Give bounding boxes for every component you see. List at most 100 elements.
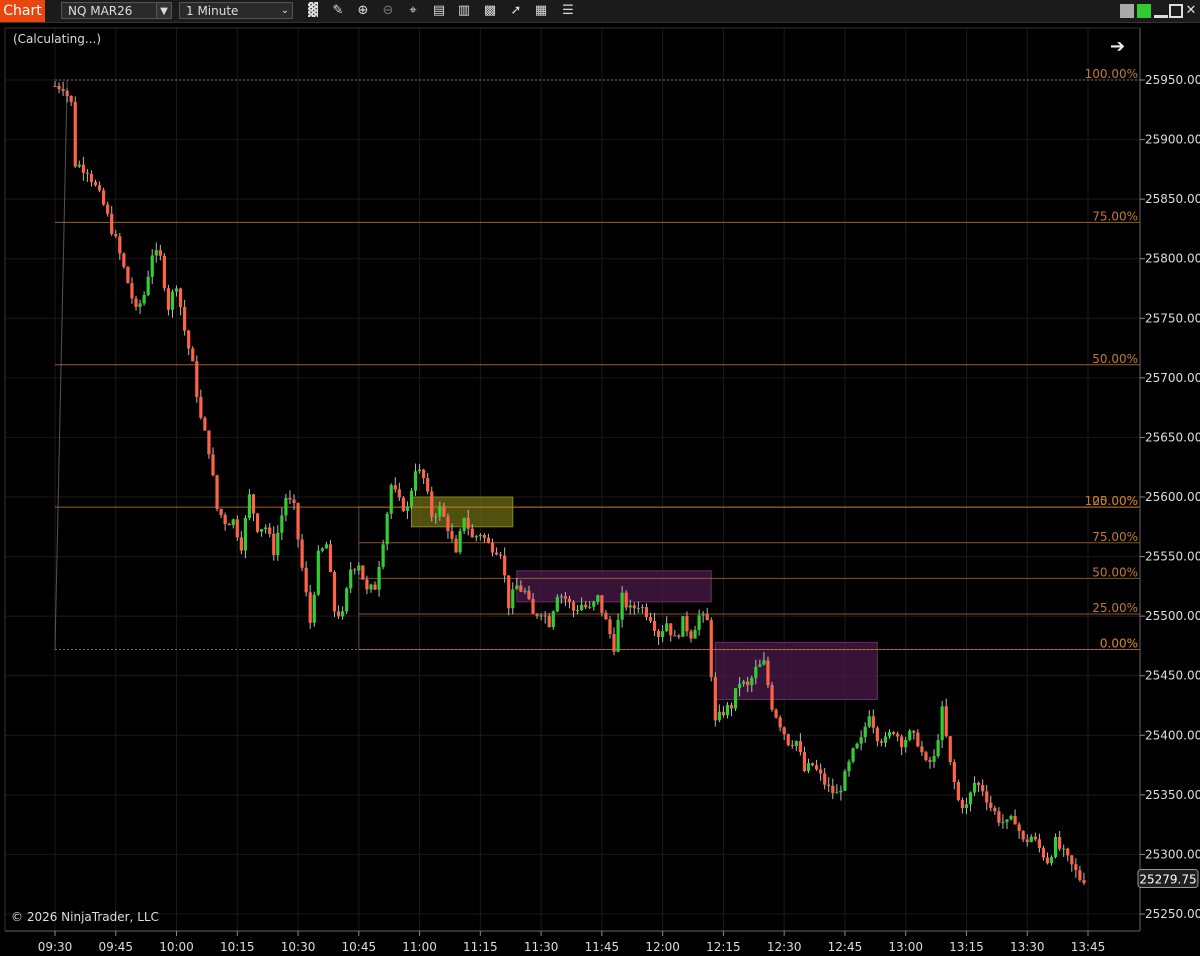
candle-up [1001,822,1005,824]
candle-down [158,250,162,256]
candle-up [750,677,754,686]
candle-up [320,548,324,551]
candle-down [130,283,134,299]
x-tick-label: 11:45 [585,940,620,954]
candle-down [426,478,430,492]
x-tick-label: 13:00 [888,940,923,954]
candle-down [203,417,207,431]
candle-up [693,629,697,639]
candle-up [146,276,150,296]
close-icon[interactable]: ✕ [1184,4,1198,18]
candle-up [413,471,418,491]
minimize-icon[interactable] [1154,4,1168,18]
candle-down [187,330,191,349]
zoom-in-icon[interactable]: ⊕ [354,3,372,19]
candle-down [73,101,77,167]
x-tick-label: 10:15 [220,940,255,954]
candle-down [199,396,203,418]
interval-selector[interactable]: 1 Minute [179,2,293,19]
candle-up [1009,816,1013,820]
y-tick-label: 25750.00 [1145,311,1200,325]
candle-down [993,807,997,812]
candle-down [183,307,187,331]
fibonacci-retracements: 100.00% 75.00% 50.00% 25.00% 0.00% 100.00% 75.… [54,67,1140,651]
candle-up [887,732,892,737]
indicators-icon[interactable]: ➚ [507,3,525,19]
data-box-icon[interactable]: ▤ [430,3,448,19]
candle-down [827,784,831,786]
scroll-right-arrow-icon[interactable]: ➔ [1110,36,1125,57]
candle-down [770,685,774,710]
candle-down [900,736,904,748]
properties-icon[interactable]: ▦ [532,3,550,19]
candle-down [920,746,924,753]
candle-down [786,734,790,746]
candle-down [219,508,223,516]
candle-down [543,615,547,617]
candle-down [503,555,507,576]
candle-down [685,616,689,632]
candle-up [972,782,977,793]
candle-up [559,596,563,598]
candle-up [434,516,438,518]
maximize-icon[interactable] [1169,4,1183,18]
crosshair-icon[interactable]: ⌖ [404,3,422,19]
draw-pencil-icon[interactable]: ✎ [329,3,347,19]
y-tick-label: 25950.00 [1145,73,1200,87]
candle-down [215,475,219,509]
templates-icon[interactable]: ▥ [455,3,473,19]
candle-down [608,619,612,635]
candle-up [908,730,912,740]
candle-down [632,605,636,609]
candle-up [665,623,669,632]
candle-up [150,255,154,277]
x-tick-label: 10:45 [342,940,377,954]
more-icon[interactable]: ☰ [559,3,577,19]
x-tick-label: 10:00 [159,940,194,954]
candle-down [977,782,981,786]
chart-tab[interactable]: Chart [0,0,45,22]
fib-level-label: 50.00% [1092,352,1138,366]
candle-down [304,567,308,593]
candle-down [93,181,98,186]
fib2-level-label: 50.00% [1092,565,1138,579]
candlesticks [53,81,1086,885]
candle-down [65,90,69,96]
candle-up [636,608,640,610]
interval-chevron-icon[interactable]: ⌄ [277,2,293,19]
candle-up [588,606,592,608]
candle-down [600,595,604,613]
strategies-icon[interactable]: ▩ [481,3,499,19]
candle-up [555,596,559,612]
bar-type-icon[interactable]: ▓ [304,3,322,19]
candle-up [855,743,859,749]
window-link-green-icon[interactable] [1137,4,1151,18]
candle-down [567,598,572,603]
y-tick-label: 25600.00 [1145,490,1200,504]
candle-down [397,489,401,498]
candle-up [276,532,280,556]
candle-down [527,590,531,599]
x-tick-label: 12:15 [706,940,741,954]
zoom-out-icon[interactable]: ⊖ [379,3,397,19]
fvg-zone-yellow [410,496,514,528]
y-tick-label: 25900.00 [1145,133,1200,147]
candle-down [393,485,397,490]
candle-down [268,527,272,534]
x-tick-label: 12:45 [828,940,863,954]
candle-up [523,590,527,592]
price-chart[interactable]: 100.00% 75.00% 50.00% 25.00% 0.00% 100.00% 75.… [0,23,1200,956]
candle-up [964,804,969,809]
instrument-dropdown-arrow[interactable]: ▼ [156,2,172,19]
candle-up [839,790,843,793]
candle-up [697,615,701,630]
candle-down [102,190,106,205]
last-price-label: 25279.75 [1139,873,1196,887]
candle-down [69,95,73,102]
candle-up [474,536,478,538]
instrument-selector[interactable]: NQ MAR26 [61,2,158,19]
candle-down [810,763,815,766]
candle-up [170,291,175,310]
candle-down [823,773,827,785]
window-gray-icon[interactable] [1120,4,1134,18]
